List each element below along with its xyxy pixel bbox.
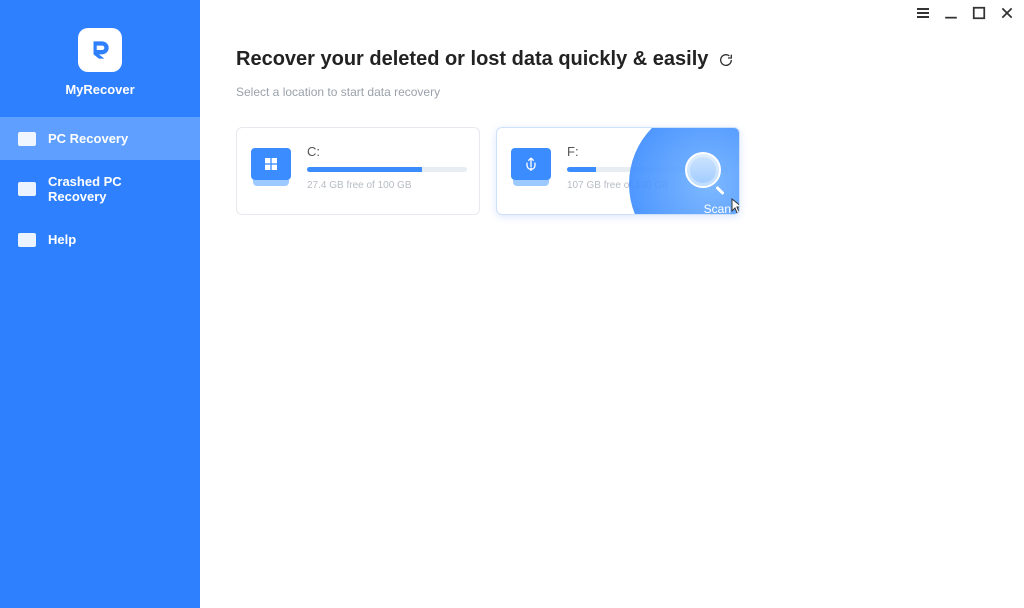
maximize-button[interactable]: [972, 6, 986, 20]
refresh-icon[interactable]: [718, 52, 734, 68]
sidebar-item-crashed-pc-recovery[interactable]: Crashed PC Recovery: [0, 160, 200, 218]
scan-overlay[interactable]: Scan: [629, 134, 740, 215]
sidebar: MyRecover PC Recovery Crashed PC Recovery…: [0, 0, 200, 608]
drive-card-f[interactable]: F:107 GB free of 130 GBScan: [496, 127, 740, 215]
main-panel: Recover your deleted or lost data quickl…: [200, 0, 1024, 608]
sidebar-item-icon: [18, 182, 36, 196]
usb-drive-icon: [511, 148, 551, 180]
drive-letter: C:: [307, 144, 467, 159]
drive-free-text: 27.4 GB free of 100 GB: [307, 180, 467, 191]
sidebar-item-icon: [18, 233, 36, 247]
brand-name: MyRecover: [65, 82, 134, 97]
sidebar-item-label: Crashed PC Recovery: [48, 174, 182, 204]
page-title: Recover your deleted or lost data quickl…: [236, 48, 708, 71]
app-logo-icon: [78, 28, 122, 72]
page-subtitle: Select a location to start data recovery: [236, 85, 988, 99]
magnifier-icon: [685, 152, 721, 188]
minimize-button[interactable]: [944, 6, 958, 20]
cursor-icon: [731, 198, 740, 214]
sidebar-item-icon: [18, 132, 36, 146]
menu-icon[interactable]: [916, 6, 930, 20]
sidebar-item-pc-recovery[interactable]: PC Recovery: [0, 117, 200, 160]
close-button[interactable]: [1000, 6, 1014, 20]
windows-drive-icon: [251, 148, 291, 180]
brand-block: MyRecover: [0, 0, 200, 117]
titlebar: [916, 0, 1024, 22]
drive-card-c[interactable]: C: 27.4 GB free of 100 GB: [236, 127, 480, 215]
scan-label: Scan: [704, 202, 731, 215]
sidebar-item-label: Help: [48, 232, 76, 247]
usage-bar: [307, 167, 467, 172]
sidebar-item-help[interactable]: Help: [0, 218, 200, 261]
sidebar-item-label: PC Recovery: [48, 131, 128, 146]
